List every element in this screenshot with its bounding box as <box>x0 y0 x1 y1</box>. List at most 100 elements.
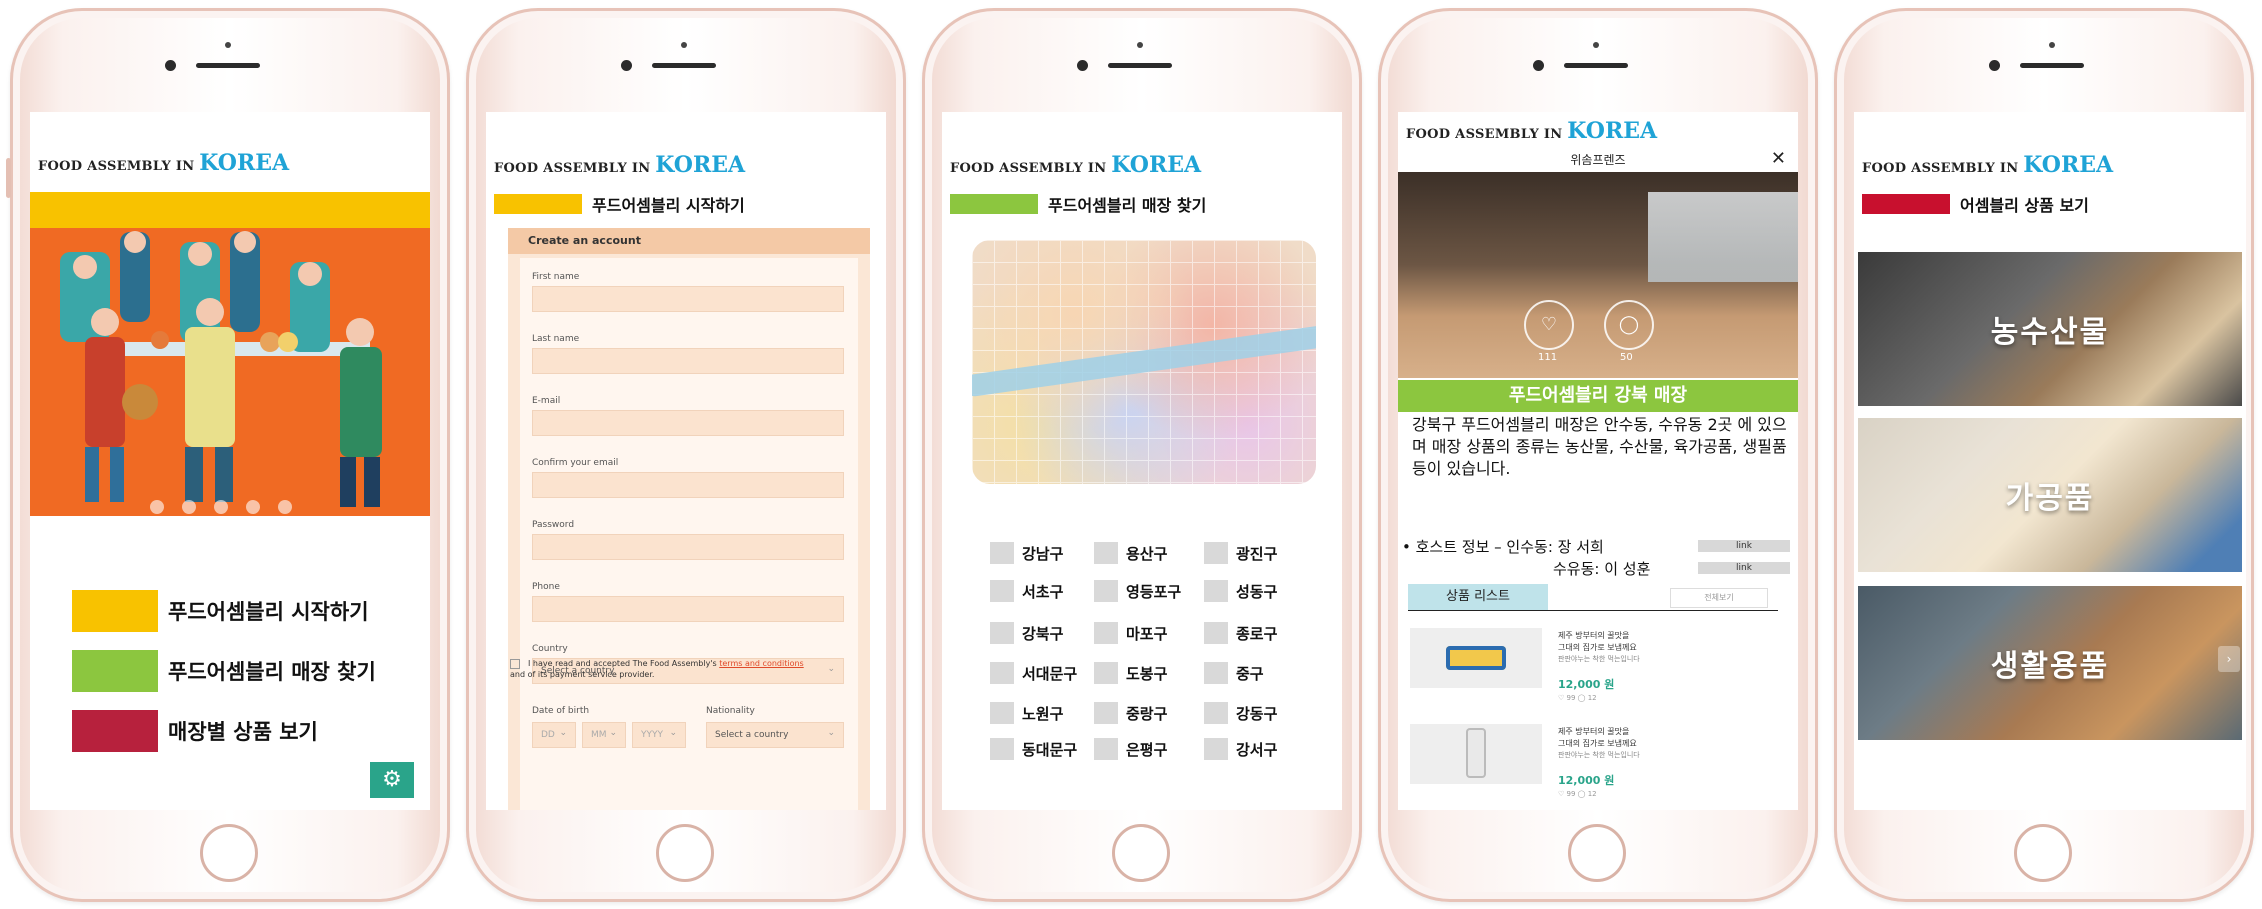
district-checkbox[interactable] <box>1094 622 1118 644</box>
district-gangnam[interactable]: 강남구 <box>990 542 1063 564</box>
district-gangdong[interactable]: 강동구 <box>1204 702 1277 724</box>
phone-input[interactable] <box>532 596 844 622</box>
district-seongdong[interactable]: 성동구 <box>1204 580 1277 602</box>
nationality-select[interactable]: Select a country <box>706 721 844 748</box>
home-button[interactable] <box>2014 824 2072 882</box>
proximity-sensor <box>2049 42 2055 48</box>
gear-icon[interactable]: ⚙ <box>370 762 414 798</box>
district-checkbox[interactable] <box>990 738 1014 760</box>
district-checkbox[interactable] <box>1204 622 1228 644</box>
product-title: 제주 방부터의 꿀맛을 <box>1558 727 1630 736</box>
host-link-button[interactable]: link <box>1698 562 1790 574</box>
dob-month-input[interactable]: MM <box>582 721 626 748</box>
district-checkbox[interactable] <box>1094 702 1118 724</box>
district-checkbox[interactable] <box>1204 702 1228 724</box>
district-dongdaemun[interactable]: 동대문구 <box>990 738 1077 760</box>
dob-year-input[interactable]: YYYY <box>632 721 686 748</box>
section-title: 푸드어셈블리 시작하기 <box>494 192 745 216</box>
district-checkbox[interactable] <box>1094 738 1118 760</box>
proximity-sensor <box>225 42 231 48</box>
confirm-email-input[interactable] <box>532 472 844 498</box>
screen-home: FOOD ASSEMBLY IN KOREA 푸드어셈블리 시작하기 푸드어셈블… <box>30 112 430 810</box>
phone-frame-4: FOOD ASSEMBLY IN KOREA 위솜프렌즈 ✕ ♡ ◯ 111 5… <box>1378 8 1818 902</box>
district-checkbox[interactable] <box>990 702 1014 724</box>
district-jungnang[interactable]: 중랑구 <box>1094 702 1167 724</box>
store-shelf <box>1648 192 1798 282</box>
carousel-dot[interactable] <box>214 500 228 514</box>
menu-start-button[interactable]: 푸드어셈블리 시작하기 <box>72 590 369 632</box>
district-checkbox[interactable] <box>1204 580 1228 602</box>
district-gangbuk[interactable]: 강북구 <box>990 622 1063 644</box>
district-checkbox[interactable] <box>1204 738 1228 760</box>
terms-link[interactable]: terms and conditions <box>719 659 803 668</box>
close-icon[interactable]: ✕ <box>1771 148 1786 169</box>
district-checkbox[interactable] <box>990 542 1014 564</box>
home-button[interactable] <box>200 824 258 882</box>
district-nowon[interactable]: 노원구 <box>990 702 1063 724</box>
carousel-dot[interactable] <box>182 500 196 514</box>
menu-color-swatch <box>72 710 158 752</box>
product-card[interactable]: 제주 방부터의 꿀맛을 그대의 집가로 보냅께요 판판야누는 착한 먹는입니다 … <box>1410 724 1786 810</box>
carousel-dot[interactable] <box>278 500 292 514</box>
camera-icon <box>1077 60 1088 71</box>
view-all-button[interactable]: 전체보기 <box>1670 588 1768 608</box>
host-link-button[interactable]: link <box>1698 540 1790 552</box>
seoul-map[interactable] <box>972 240 1316 484</box>
menu-color-swatch <box>72 650 158 692</box>
district-checkbox[interactable] <box>1094 662 1118 684</box>
dob-day-input[interactable]: DD <box>532 721 576 748</box>
proximity-sensor <box>1593 42 1599 48</box>
category-household[interactable]: 생활용품 › <box>1858 586 2242 740</box>
country-label: Country <box>532 644 568 654</box>
last-name-input[interactable] <box>532 348 844 374</box>
camera-icon <box>621 60 632 71</box>
menu-products-button[interactable]: 매장별 상품 보기 <box>72 710 318 752</box>
district-jung[interactable]: 중구 <box>1204 662 1264 684</box>
district-seocho[interactable]: 서초구 <box>990 580 1063 602</box>
district-eunpyeong[interactable]: 은평구 <box>1094 738 1167 760</box>
district-mapo[interactable]: 마포구 <box>1094 622 1167 644</box>
district-checkbox[interactable] <box>1204 662 1228 684</box>
terms-checkbox[interactable] <box>510 658 520 669</box>
district-seodaemun[interactable]: 서대문구 <box>990 662 1077 684</box>
proximity-sensor <box>1137 42 1143 48</box>
tab-product-list[interactable]: 상품 리스트 <box>1408 584 1548 610</box>
chevron-right-icon[interactable]: › <box>2218 646 2240 672</box>
district-dobong[interactable]: 도봉구 <box>1094 662 1167 684</box>
product-thumbnail <box>1410 724 1542 784</box>
chat-icon[interactable]: ◯ <box>1604 300 1654 350</box>
first-name-input[interactable] <box>532 286 844 312</box>
district-gangseo[interactable]: 강서구 <box>1204 738 1277 760</box>
carousel-dot[interactable] <box>150 500 164 514</box>
category-processed[interactable]: 가공품 <box>1858 418 2242 572</box>
district-checkbox[interactable] <box>990 622 1014 644</box>
menu-find-store-button[interactable]: 푸드어셈블리 매장 찾기 <box>72 650 376 692</box>
carousel-dot[interactable] <box>246 500 260 514</box>
district-yongsan[interactable]: 용산구 <box>1094 542 1167 564</box>
district-checkbox[interactable] <box>1204 542 1228 564</box>
category-agricultural[interactable]: 농수산물 <box>1858 252 2242 406</box>
home-button[interactable] <box>1112 824 1170 882</box>
home-button[interactable] <box>656 824 714 882</box>
email-input[interactable] <box>532 410 844 436</box>
product-title: 그대의 집가로 보냅께요 <box>1558 739 1637 748</box>
hero-carousel[interactable] <box>30 192 430 516</box>
terms-checkbox-row[interactable]: I have read and accepted The Food Assemb… <box>510 658 810 680</box>
district-checkbox[interactable] <box>990 662 1014 684</box>
brand-logo: FOOD ASSEMBLY IN KOREA <box>1406 118 1658 144</box>
speaker-grille <box>2020 63 2084 68</box>
district-checkbox[interactable] <box>1094 542 1118 564</box>
screen-find-store: FOOD ASSEMBLY IN KOREA 푸드어셈블리 매장 찾기 강남구 … <box>942 112 1342 810</box>
product-card[interactable]: 제주 방부터의 꿀맛을 그대의 집가로 보냅께요 판판야누는 착한 먹는입니다 … <box>1410 628 1786 718</box>
screen-signup: FOOD ASSEMBLY IN KOREA 푸드어셈블리 시작하기 Creat… <box>486 112 886 810</box>
heart-icon[interactable]: ♡ <box>1524 300 1574 350</box>
district-gwangjin[interactable]: 광진구 <box>1204 542 1277 564</box>
district-jongno[interactable]: 종로구 <box>1204 622 1277 644</box>
district-checkbox[interactable] <box>990 580 1014 602</box>
password-input[interactable] <box>532 534 844 560</box>
home-button[interactable] <box>1568 824 1626 882</box>
district-checkbox[interactable] <box>1094 580 1118 602</box>
carousel-dots[interactable] <box>150 500 292 514</box>
speaker-grille <box>196 63 260 68</box>
district-yeongdeungpo[interactable]: 영등포구 <box>1094 580 1181 602</box>
